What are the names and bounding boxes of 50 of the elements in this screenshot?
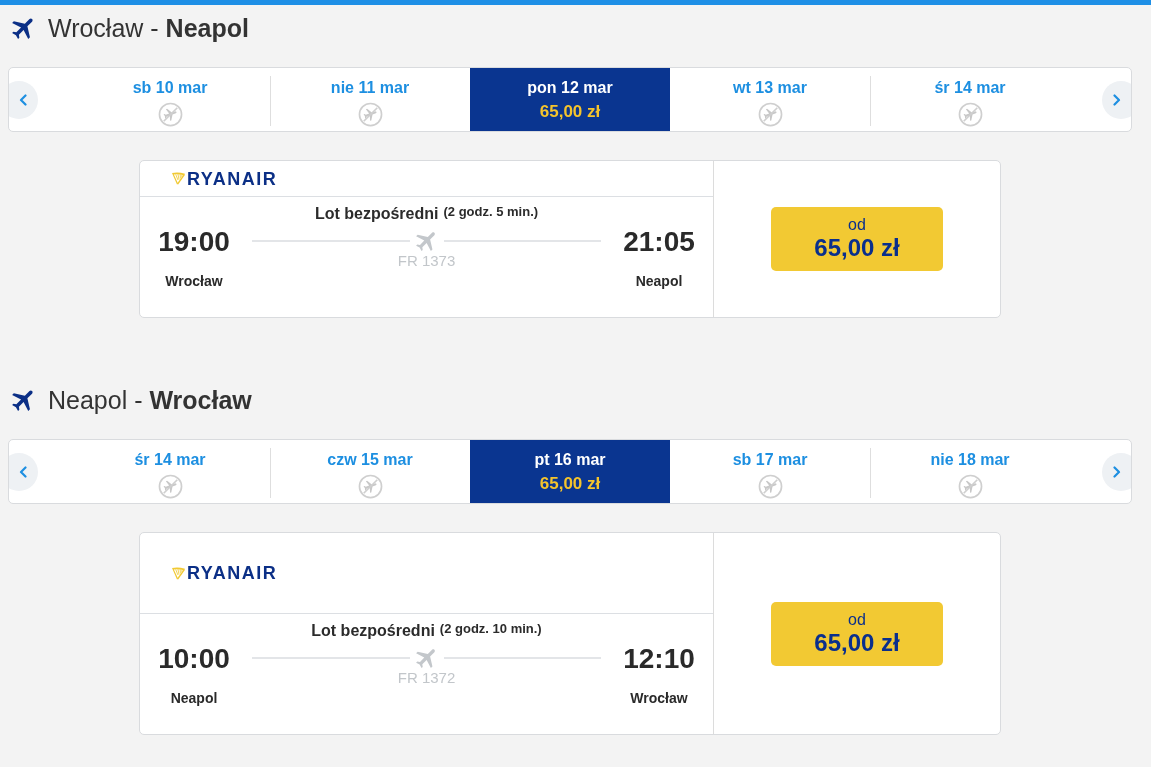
arrival-time: 21:05 <box>623 228 695 256</box>
harp-icon <box>171 566 186 580</box>
destination-city: Neapol <box>635 272 683 290</box>
no-flight-icon <box>957 102 983 127</box>
connection-type: Lot bezpośredni <box>314 204 439 224</box>
flight-duration: (2 godz. 10 min.) <box>439 620 542 638</box>
plane-icon <box>415 647 438 669</box>
date-tab[interactable]: czw 15 mar <box>270 440 470 503</box>
destination-city: Wrocław <box>630 689 688 707</box>
next-dates-button[interactable] <box>1102 80 1131 119</box>
date-tab[interactable]: sb 17 mar <box>670 440 870 503</box>
date-tab[interactable]: śr 14 mar <box>870 68 1070 131</box>
flight-number: FR 1372 <box>397 671 456 685</box>
date-tab[interactable]: wt 13 mar <box>670 68 870 131</box>
no-flight-icon <box>157 474 183 499</box>
route-title: Neapol - Wrocław <box>48 385 252 415</box>
airline-name: RYANAIR <box>187 168 278 189</box>
harp-icon <box>171 172 186 185</box>
connection-type: Lot bezpośredni <box>311 621 435 641</box>
departure-time: 10:00 <box>158 645 230 673</box>
chevron-right-icon <box>1113 465 1121 478</box>
no-flight-icon <box>157 102 183 127</box>
date-tab[interactable]: nie 11 mar <box>270 68 470 131</box>
no-flight-icon <box>357 102 383 127</box>
arrival-time: 12:10 <box>623 645 695 673</box>
price-button[interactable]: od 65,00 zł <box>771 601 943 666</box>
chevron-left-icon <box>19 465 27 478</box>
route-title: Wrocław - Neapol <box>48 13 249 43</box>
date-tab[interactable]: śr 14 mar <box>70 440 270 503</box>
departure-time: 19:00 <box>158 228 230 256</box>
previous-dates-button[interactable] <box>9 80 38 119</box>
flight-number: FR 1373 <box>397 254 456 268</box>
date-tab[interactable]: sb 10 mar <box>70 68 270 131</box>
plane-icon <box>415 230 438 252</box>
price-button[interactable]: od 65,00 zł <box>771 207 943 271</box>
chevron-left-icon <box>19 93 27 106</box>
origin-city: Wrocław <box>165 272 223 290</box>
date-tab[interactable]: nie 18 mar <box>870 440 1070 503</box>
no-flight-icon <box>357 474 383 499</box>
chevron-right-icon <box>1113 93 1121 106</box>
date-tab[interactable]: pt 16 mar 65,00 zł <box>470 440 670 503</box>
no-flight-icon <box>957 474 983 499</box>
no-flight-icon <box>757 102 783 127</box>
date-tab[interactable]: pon 12 mar 65,00 zł <box>470 68 670 131</box>
flight-duration: (2 godz. 5 min.) <box>443 203 539 221</box>
airline-name: RYANAIR <box>187 563 278 583</box>
next-dates-button[interactable] <box>1102 452 1131 491</box>
previous-dates-button[interactable] <box>9 452 38 491</box>
origin-city: Neapol <box>170 689 218 707</box>
no-flight-icon <box>757 474 783 499</box>
